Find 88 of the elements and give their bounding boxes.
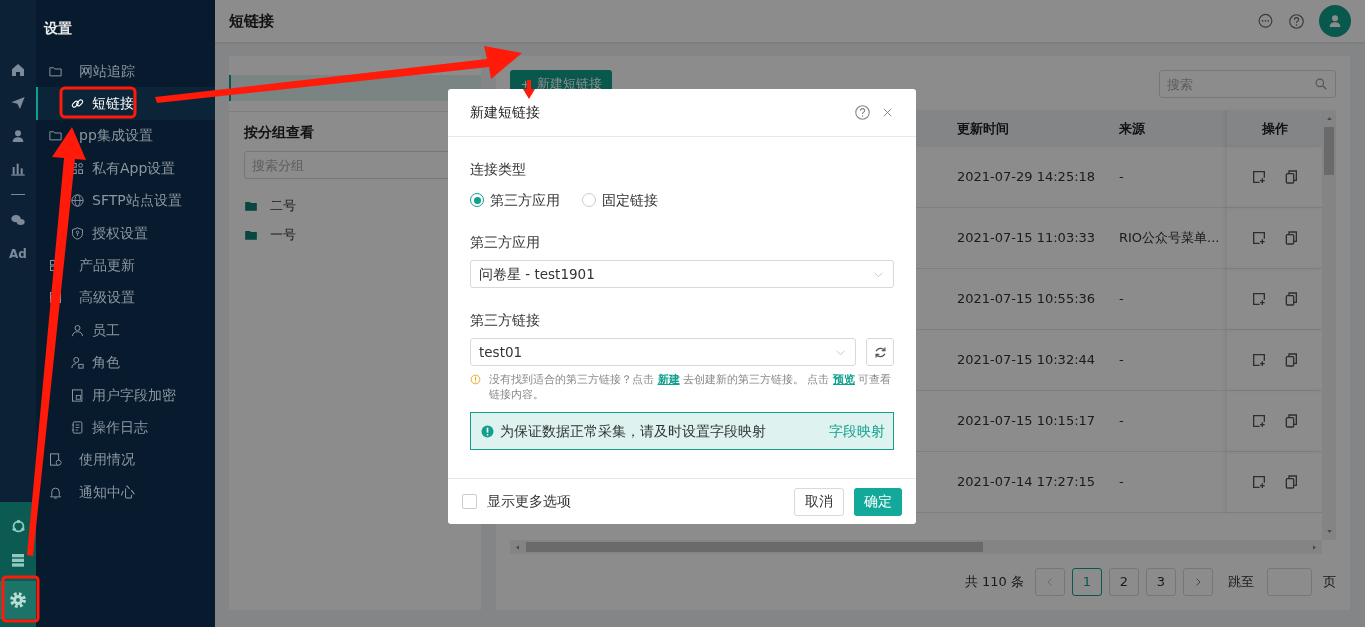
- table-cell: -: [1107, 269, 1227, 330]
- sidebar-item[interactable]: 通知中心: [79, 481, 135, 503]
- column-header: 操作: [1227, 110, 1322, 147]
- server-icon[interactable]: [10, 552, 26, 568]
- sidebar-item[interactable]: 员工: [92, 319, 120, 341]
- add-note-icon[interactable]: [1250, 169, 1267, 185]
- add-note-icon[interactable]: [1250, 413, 1267, 429]
- alert-text: 为保证数据正常采集，请及时设置字段映射: [500, 422, 767, 442]
- avatar[interactable]: [1319, 5, 1351, 37]
- page-title: 短链接: [229, 10, 275, 32]
- table-cell: 2021-07-15 10:55:36: [945, 269, 1107, 330]
- inline-link[interactable]: 预览: [833, 373, 855, 387]
- user-lock-icon: [70, 355, 85, 371]
- table-cell: 2021-07-29 14:25:18: [945, 147, 1107, 208]
- field-label: 第三方应用: [470, 233, 541, 253]
- add-note-icon[interactable]: [1250, 352, 1267, 368]
- link-select[interactable]: test01: [470, 338, 856, 367]
- sidebar-item[interactable]: pp集成设置: [79, 125, 153, 147]
- sidebar-title: 设置: [42, 19, 73, 38]
- table-cell: -: [1107, 452, 1227, 513]
- more-options-checkbox[interactable]: 显示更多选项: [462, 491, 571, 512]
- column-header: 更新时间: [945, 110, 1107, 147]
- sidebar-item[interactable]: 使用情况: [79, 449, 135, 471]
- info-icon: [470, 374, 481, 386]
- folder-icon: [48, 128, 63, 144]
- sidebar-item[interactable]: 短链接: [92, 93, 134, 115]
- table-cell: -: [1107, 330, 1227, 391]
- chat-icon[interactable]: [1257, 12, 1274, 30]
- vertical-scrollbar[interactable]: [1322, 110, 1336, 540]
- table-cell: -: [1107, 147, 1227, 208]
- help-icon[interactable]: [1288, 12, 1305, 30]
- table-cell: -: [1107, 391, 1227, 452]
- sidebar-item[interactable]: SFTP站点设置: [92, 190, 182, 212]
- person-icon: [1327, 13, 1343, 29]
- total-count: 共 110 条: [964, 573, 1024, 592]
- sidebar-item[interactable]: 操作日志: [92, 417, 148, 438]
- user-icon[interactable]: [10, 128, 26, 144]
- page-button[interactable]: 2: [1109, 568, 1139, 596]
- hint-text: 没有找到适合的第三方链接？点击 新建 去创建新的第三方链接。 点击 预览 可查看链接内容。: [489, 372, 893, 403]
- cancel-button[interactable]: 取消: [794, 487, 844, 516]
- sidebar-item[interactable]: 授权设置: [92, 222, 148, 244]
- search-icon: [1314, 77, 1328, 91]
- bar-chart-icon[interactable]: [10, 161, 26, 177]
- table-cell: 2021-07-15 11:03:33: [945, 208, 1107, 269]
- app-select[interactable]: 问卷星 - test1901: [470, 260, 894, 289]
- jump-label: 跳至: [1228, 573, 1254, 592]
- document-clock-icon: [48, 452, 63, 468]
- table-cell: 2021-07-15 10:32:44: [945, 330, 1107, 391]
- field-label: 第三方链接: [470, 311, 541, 331]
- sidebar-item[interactable]: 高级设置: [79, 287, 135, 309]
- sidebar-item[interactable]: 用户字段加密: [92, 384, 176, 406]
- page-suffix: 页: [1323, 573, 1336, 592]
- sidebar-item[interactable]: 网站追踪: [79, 60, 135, 82]
- sidebar-item[interactable]: 角色: [92, 352, 120, 374]
- scroll-thumb[interactable]: [526, 542, 983, 552]
- user-icon: [70, 322, 85, 338]
- alert-icon: [481, 424, 494, 438]
- shield-icon: [70, 225, 85, 241]
- inline-link[interactable]: 新建: [657, 373, 680, 387]
- horizontal-scrollbar[interactable]: [510, 540, 1322, 554]
- document-icon: [70, 387, 85, 403]
- highlight-frame: [1, 575, 40, 623]
- add-note-icon[interactable]: [1250, 291, 1267, 307]
- refresh-button[interactable]: [866, 338, 894, 367]
- help-icon[interactable]: [854, 104, 871, 121]
- column-header: 来源: [1107, 110, 1227, 147]
- sidebar-item[interactable]: 私有App设置: [92, 157, 176, 179]
- page-button[interactable]: 3: [1146, 568, 1176, 596]
- sidebar-item[interactable]: 产品更新: [79, 255, 135, 277]
- scroll-thumb[interactable]: [1324, 127, 1334, 175]
- radio-option[interactable]: 固定链接: [582, 190, 658, 211]
- add-note-icon[interactable]: [1250, 474, 1267, 490]
- bell-icon: [48, 484, 63, 500]
- section-heading: 按分组查看: [244, 123, 315, 142]
- table-cell: 2021-07-14 17:27:15: [945, 452, 1107, 513]
- table-cell: 2021-07-15 10:15:17: [945, 391, 1107, 452]
- table-cell: RIO公众号菜单...: [1107, 208, 1227, 269]
- field-label: 连接类型: [470, 160, 527, 179]
- ad-nav-item[interactable]: Ad: [9, 245, 27, 263]
- chat-bubbles-icon[interactable]: [10, 212, 26, 228]
- globe-icon: [70, 193, 85, 209]
- close-icon[interactable]: [881, 106, 894, 119]
- home-icon[interactable]: [10, 62, 26, 78]
- send-icon[interactable]: [10, 95, 26, 111]
- add-note-icon[interactable]: [1250, 230, 1267, 246]
- settings-icon[interactable]: [9, 591, 27, 609]
- notebook-icon: [70, 420, 85, 435]
- dialog-title: 新建短链接: [470, 103, 541, 122]
